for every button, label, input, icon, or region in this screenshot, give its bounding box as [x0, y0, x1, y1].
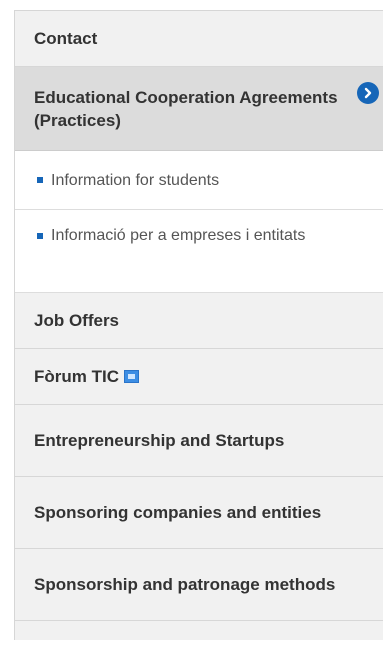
bullet-icon — [37, 233, 43, 239]
subitem-information-for-students[interactable]: Information for students — [15, 151, 383, 210]
sidebar-item-label: Job Offers — [34, 311, 120, 330]
sidebar-item-sponsorship-methods[interactable]: Sponsorship and patronage methods — [15, 549, 383, 621]
sidebar-item-contact[interactable]: Contact — [15, 11, 383, 67]
subitem-label: Information for students — [51, 171, 220, 189]
bullet-icon — [37, 177, 43, 183]
sidebar-item-label: Educational Cooperation Agreements (Prac… — [34, 87, 338, 130]
sidebar-item-label: Fòrum TIC — [34, 365, 139, 388]
sidebar-item-label: Contact — [34, 29, 98, 48]
sidebar-item-educational-cooperation[interactable]: Educational Cooperation Agreements (Prac… — [15, 67, 383, 151]
sidebar-item-forum-tic[interactable]: Fòrum TIC — [15, 349, 383, 405]
subitem-label: Informació per a empreses i entitats — [51, 227, 306, 244]
sidebar-item-label: Sponsoring companies and entities — [34, 503, 322, 522]
chevron-right-circle-icon[interactable] — [357, 82, 379, 104]
sidebar-item-sponsoring-companies[interactable]: Sponsoring companies and entities — [15, 477, 383, 549]
sidebar-item-label: Sponsorship and patronage methods — [34, 575, 336, 594]
sidebar-item-entrepreneurship[interactable]: Entrepreneurship and Startups — [15, 405, 383, 477]
forum-tic-text: Fòrum TIC — [34, 367, 119, 386]
sidebar-nav: Contact Educational Cooperation Agreemen… — [14, 10, 383, 640]
sidebar-item-job-offers[interactable]: Job Offers — [15, 293, 383, 349]
external-link-icon — [124, 370, 139, 383]
sidebar-item-label: Entrepreneurship and Startups — [34, 431, 285, 450]
subitem-informacio-empreses[interactable]: Informació per a empreses i entitats — [15, 210, 383, 293]
